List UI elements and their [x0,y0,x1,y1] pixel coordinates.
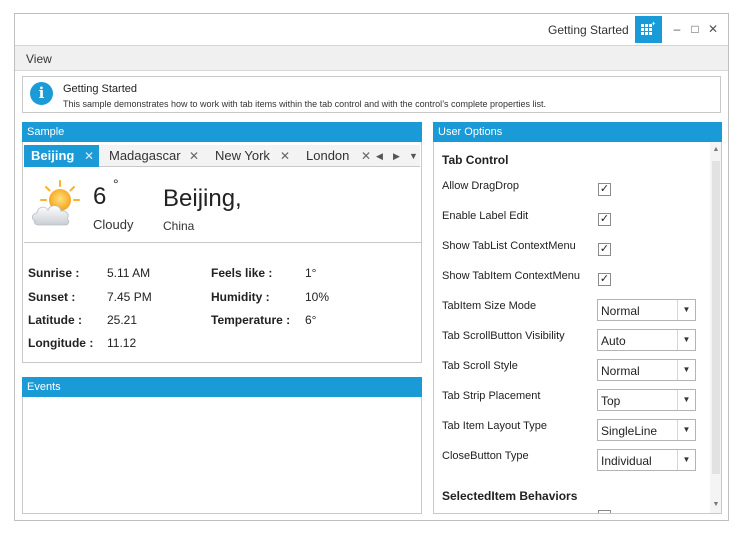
tab-label: Madagascar [109,148,181,163]
tab-label: New York [215,148,270,163]
info-banner: i Getting Started This sample demonstrat… [22,76,721,113]
section-selecteditem-behaviors: SelectedItem Behaviors [442,489,578,503]
chevron-down-icon: ▼ [677,360,695,380]
tab-new-york[interactable]: New York ✕ [215,145,305,167]
tab-strip: Beijing ✕ Madagascar ✕ New York ✕ London… [24,145,420,167]
enable-label-edit-label: Enable Label Edit [442,210,529,222]
weather-condition: Cloudy [93,217,134,232]
longitude-value: 11.12 [107,336,137,350]
select-value: SingleLine [601,424,658,438]
show-tablist-contextmenu-label: Show TabList ContextMenu [442,240,576,252]
show-tabitem-contextmenu-checkbox[interactable]: ✓ [598,273,611,286]
temperature-label: Temperature : [211,313,291,327]
chevron-down-icon: ▼ [677,420,695,440]
events-panel-header: Events [22,377,422,397]
scroll-right-icon[interactable]: ▶ [393,145,400,167]
sunset-value: 7.45 PM [107,290,152,304]
main-window: Getting Started – □ ✕ View i Getting Sta… [14,13,729,521]
chevron-down-icon: ▼ [677,330,695,350]
allow-dragdrop-checkbox[interactable]: ✓ [598,183,611,196]
show-tabitem-contextmenu-label: Show TabItem ContextMenu [442,270,580,282]
tab-close-icon[interactable]: ✕ [361,145,371,167]
temperature-detail-value: 6° [305,313,317,327]
scroll-down-icon[interactable]: ▼ [710,497,721,513]
select-value: Individual [601,454,652,468]
sample-panel: Beijing ✕ Madagascar ✕ New York ✕ London… [22,142,422,363]
enable-label-edit-checkbox[interactable]: ✓ [598,213,611,226]
menu-view[interactable]: View [26,52,52,66]
options-scrollbar[interactable]: ▲ ▼ [710,142,721,513]
tab-close-icon[interactable]: ✕ [84,145,94,167]
info-icon: i [30,82,53,105]
minimize-button[interactable]: – [669,20,685,38]
closebutton-type-select[interactable]: Individual ▼ [597,449,696,471]
scroll-up-icon[interactable]: ▲ [710,142,721,158]
title-bar: Getting Started – □ ✕ [15,14,728,45]
select-value: Normal [601,304,640,318]
tab-beijing[interactable]: Beijing ✕ [24,145,99,167]
tab-london[interactable]: London ✕ [306,145,386,167]
tab-label: London [306,148,350,163]
feels-like-value: 1° [305,266,317,280]
humidity-label: Humidity : [211,290,270,304]
sunrise-value: 5.11 AM [107,266,151,280]
select-value: Top [601,394,621,408]
tabitem-size-mode-select[interactable]: Normal ▼ [597,299,696,321]
cloud-sun-icon [30,179,82,232]
tab-item-layout-type-select[interactable]: SingleLine ▼ [597,419,696,441]
tab-label: Beijing [31,148,75,163]
info-title: Getting Started [63,83,137,95]
closebutton-type-label: CloseButton Type [442,450,529,462]
sample-panel-header: Sample [22,122,422,142]
section-tab-control: Tab Control [442,153,509,167]
allow-dragdrop-label: Allow DragDrop [442,180,520,192]
temperature-value: 6 [93,183,107,210]
selecteditem-checkbox[interactable] [598,510,611,513]
sunrise-label: Sunrise : [28,266,80,280]
tab-item-layout-type-label: Tab Item Layout Type [442,420,547,432]
tab-close-icon[interactable]: ✕ [189,145,199,167]
tab-madagascar[interactable]: Madagascar ✕ [109,145,209,167]
tab-scroll-style-label: Tab Scroll Style [442,360,518,372]
divider [24,242,421,243]
longitude-label: Longitude : [28,336,94,350]
tabitem-size-mode-label: TabItem Size Mode [442,300,537,312]
tab-scrollbutton-visibility-label: Tab ScrollButton Visibility [442,330,565,342]
feels-like-label: Feels like : [211,266,273,280]
city-name: Beijing, [163,185,242,212]
scroll-thumb[interactable] [712,161,720,474]
tab-strip-placement-select[interactable]: Top ▼ [597,389,696,411]
app-grid-icon[interactable] [635,16,662,43]
tab-list-dropdown-icon[interactable]: ▼ [409,145,418,167]
select-value: Auto [601,334,626,348]
tab-strip-placement-label: Tab Strip Placement [442,390,541,402]
close-button[interactable]: ✕ [705,20,721,38]
user-options-header: User Options [433,122,722,142]
maximize-button[interactable]: □ [687,20,703,38]
tab-scrollbutton-visibility-select[interactable]: Auto ▼ [597,329,696,351]
chevron-down-icon: ▼ [677,300,695,320]
country-name: China [163,219,195,233]
scroll-left-icon[interactable]: ◀ [376,145,383,167]
latitude-value: 25.21 [107,313,138,327]
menu-bar: View [15,45,728,71]
chevron-down-icon: ▼ [677,450,695,470]
select-value: Normal [601,364,640,378]
window-title: Getting Started [548,23,629,37]
user-options-panel: Tab Control Allow DragDrop ✓ Enable Labe… [433,142,722,514]
humidity-value: 10% [305,290,330,304]
events-log[interactable] [22,397,422,514]
latitude-label: Latitude : [28,313,82,327]
info-description: This sample demonstrates how to work wit… [63,99,547,109]
sunset-label: Sunset : [28,290,76,304]
chevron-down-icon: ▼ [677,390,695,410]
tab-close-icon[interactable]: ✕ [280,145,290,167]
degree-symbol: ° [113,176,119,192]
show-tablist-contextmenu-checkbox[interactable]: ✓ [598,243,611,256]
tab-scroll-style-select[interactable]: Normal ▼ [597,359,696,381]
